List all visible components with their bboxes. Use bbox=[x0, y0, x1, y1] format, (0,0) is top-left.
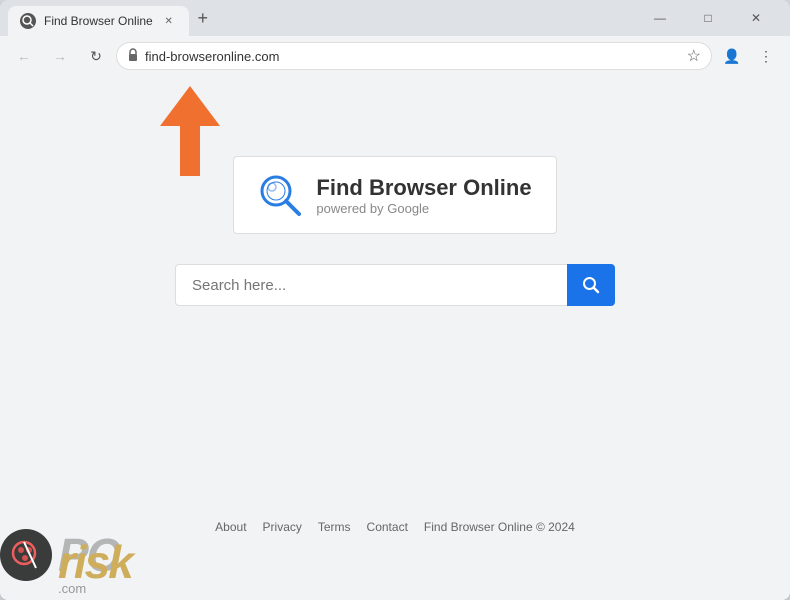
minimize-button[interactable]: — bbox=[638, 3, 682, 33]
profile-button[interactable]: 👤 bbox=[716, 40, 748, 72]
pcrisk-risk-text: risk .com bbox=[58, 539, 132, 596]
address-text: find-browseronline.com bbox=[145, 49, 681, 64]
bookmark-icon[interactable]: ☆ bbox=[687, 46, 701, 66]
search-container bbox=[175, 264, 615, 306]
navigation-bar: ← → ↻ find-browseronline.com ☆ 👤 ⋮ bbox=[0, 36, 790, 76]
logo-title: Find Browser Online bbox=[316, 175, 531, 201]
address-lock-icon bbox=[127, 48, 139, 65]
menu-button[interactable]: ⋮ bbox=[750, 40, 782, 72]
search-icon bbox=[582, 276, 600, 294]
close-button[interactable]: ✕ bbox=[734, 3, 778, 33]
footer-copyright: Find Browser Online © 2024 bbox=[424, 520, 575, 534]
pcrisk-watermark: PC risk .com bbox=[0, 510, 280, 600]
maximize-button[interactable]: □ bbox=[686, 3, 730, 33]
address-bar[interactable]: find-browseronline.com ☆ bbox=[116, 42, 712, 70]
window-controls: — □ ✕ bbox=[638, 3, 782, 33]
back-button[interactable]: ← bbox=[8, 40, 40, 72]
pcrisk-logo-icon bbox=[10, 539, 42, 571]
browser-window: Find Browser Online ✕ + — □ ✕ ← → ↻ find… bbox=[0, 0, 790, 600]
tab-close-button[interactable]: ✕ bbox=[161, 13, 177, 29]
reload-button[interactable]: ↻ bbox=[80, 40, 112, 72]
new-tab-button[interactable]: + bbox=[189, 4, 217, 32]
tab-title: Find Browser Online bbox=[44, 14, 153, 28]
footer-terms-link[interactable]: Terms bbox=[318, 520, 351, 534]
logo-subtitle: powered by Google bbox=[316, 201, 531, 216]
logo-container: Find Browser Online powered by Google bbox=[233, 156, 556, 234]
logo-icon bbox=[258, 173, 302, 217]
tab-favicon bbox=[20, 13, 36, 29]
tab-strip: Find Browser Online ✕ + bbox=[8, 0, 634, 36]
page-content: Find Browser Online powered by Google Ab… bbox=[0, 76, 790, 600]
active-tab[interactable]: Find Browser Online ✕ bbox=[8, 6, 189, 36]
forward-button[interactable]: → bbox=[44, 40, 76, 72]
logo-text-area: Find Browser Online powered by Google bbox=[316, 175, 531, 216]
footer-contact-link[interactable]: Contact bbox=[367, 520, 408, 534]
nav-right-icons: 👤 ⋮ bbox=[716, 40, 782, 72]
pcrisk-icon bbox=[0, 529, 52, 581]
title-bar: Find Browser Online ✕ + — □ ✕ bbox=[0, 0, 790, 36]
search-input[interactable] bbox=[175, 264, 567, 306]
search-button[interactable] bbox=[567, 264, 615, 306]
